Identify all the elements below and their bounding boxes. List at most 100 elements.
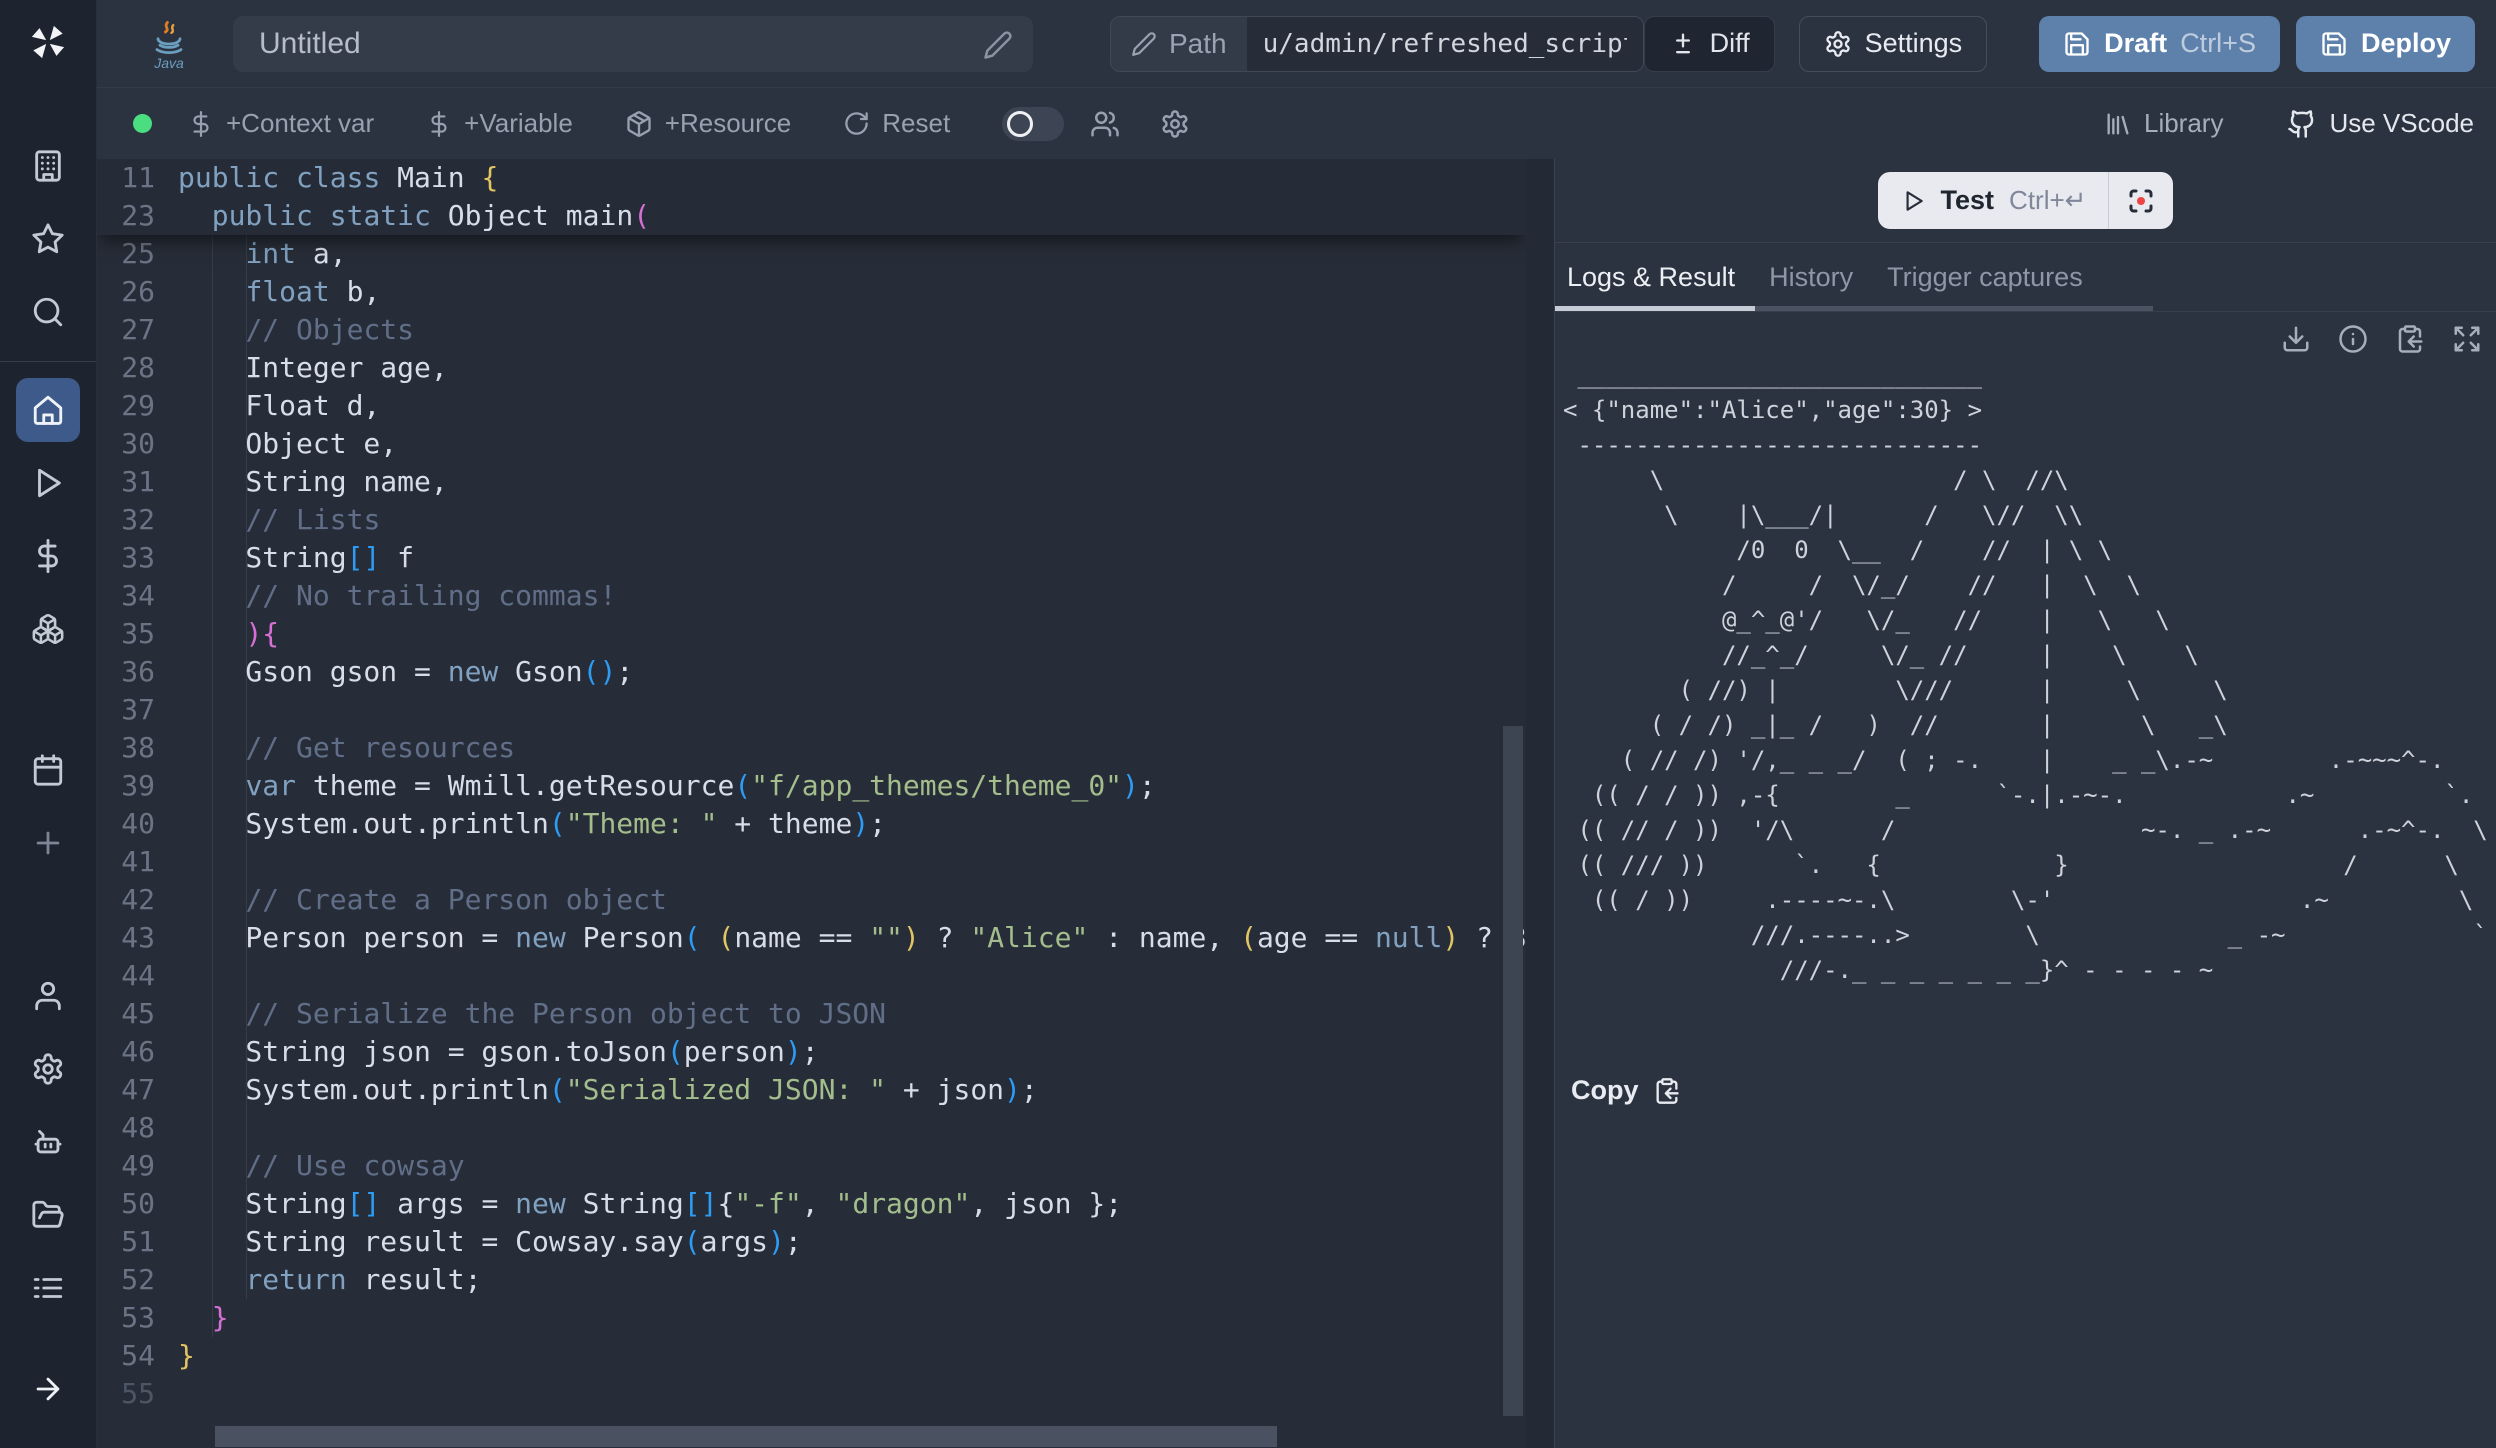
line-number: 36 bbox=[107, 653, 155, 691]
code-line: 11public class Main { bbox=[97, 159, 1526, 197]
diff-mode-toggle[interactable] bbox=[1002, 107, 1064, 141]
search-icon bbox=[31, 295, 65, 329]
status-dot bbox=[133, 114, 152, 133]
sidebar-item-schedules[interactable] bbox=[16, 738, 80, 802]
code-line: 52 return result; bbox=[97, 1261, 1526, 1299]
code-line: 26 float b, bbox=[97, 273, 1526, 311]
code-line: 39 var theme = Wmill.getResource("f/app_… bbox=[97, 767, 1526, 805]
path-edit-button[interactable]: Path bbox=[1111, 17, 1247, 71]
add-variable-button[interactable]: +Variable bbox=[426, 108, 573, 139]
tab-history[interactable]: History bbox=[1769, 262, 1853, 293]
editor-vertical-scrollbar[interactable] bbox=[1503, 726, 1523, 1416]
draft-shortcut: Ctrl+S bbox=[2180, 28, 2256, 59]
code-line: 23 public static Object main( bbox=[97, 197, 1526, 235]
download-result-button[interactable] bbox=[2281, 324, 2311, 354]
add-context-var-button[interactable]: +Context var bbox=[188, 108, 374, 139]
dollar-icon bbox=[31, 539, 65, 573]
line-number: 47 bbox=[107, 1071, 155, 1109]
sidebar-expand-button[interactable] bbox=[16, 1357, 80, 1421]
sidebar-item-create[interactable] bbox=[16, 811, 80, 875]
sidebar-item-settings[interactable] bbox=[16, 1037, 80, 1101]
tab-logs-result[interactable]: Logs & Result bbox=[1567, 262, 1735, 293]
diff-button[interactable]: Diff bbox=[1644, 16, 1775, 72]
expand-result-button[interactable] bbox=[2452, 324, 2482, 354]
svg-text:Java: Java bbox=[153, 55, 184, 71]
test-button[interactable]: Test Ctrl+↵ bbox=[1878, 172, 2109, 229]
copy-output-button[interactable]: Copy bbox=[1563, 1075, 2488, 1106]
run-panel: Test Ctrl+↵ Logs & Result History Trigge… bbox=[1554, 159, 2496, 1448]
test-row: Test Ctrl+↵ bbox=[1555, 159, 2496, 243]
code-line: 54} bbox=[97, 1337, 1526, 1375]
editor-settings-button[interactable] bbox=[1160, 109, 1190, 139]
sidebar-item-favorites[interactable] bbox=[16, 207, 80, 271]
editor-horizontal-scrollbar[interactable] bbox=[215, 1426, 1277, 1447]
capture-test-button[interactable] bbox=[2109, 172, 2173, 229]
sidebar-item-home[interactable] bbox=[16, 378, 80, 442]
code-line: 36 Gson gson = new Gson(); bbox=[97, 653, 1526, 691]
settings-button[interactable]: Settings bbox=[1799, 16, 1988, 72]
result-info-button[interactable] bbox=[2338, 324, 2368, 354]
result-tabs: Logs & Result History Trigger captures bbox=[1555, 243, 2496, 312]
code-line: 33 String[] f bbox=[97, 539, 1526, 577]
info-icon bbox=[2338, 324, 2368, 354]
code-line: 55 bbox=[97, 1375, 1526, 1413]
code-line: 31 String name, bbox=[97, 463, 1526, 501]
code-line: 25 int a, bbox=[97, 235, 1526, 273]
panel-splitter[interactable] bbox=[1526, 159, 1554, 1448]
line-number: 35 bbox=[107, 615, 155, 653]
home-icon bbox=[31, 393, 65, 427]
sidebar-item-account[interactable] bbox=[16, 964, 80, 1028]
add-resource-button[interactable]: +Resource bbox=[625, 108, 791, 139]
folder-open-icon bbox=[31, 1198, 65, 1232]
code-line: 42 // Create a Person object bbox=[97, 881, 1526, 919]
use-vscode-button[interactable]: Use VScode bbox=[2287, 108, 2474, 139]
expand-icon bbox=[2452, 324, 2482, 354]
line-number: 42 bbox=[107, 881, 155, 919]
line-number: 27 bbox=[107, 311, 155, 349]
sidebar-item-logs[interactable] bbox=[16, 1256, 80, 1320]
sidebar-item-variables[interactable] bbox=[16, 524, 80, 588]
code-line: 53 } bbox=[97, 1299, 1526, 1337]
library-button[interactable]: Library bbox=[2104, 108, 2223, 139]
path-input[interactable] bbox=[1247, 17, 1643, 71]
code-line: 45 // Serialize the Person object to JSO… bbox=[97, 995, 1526, 1033]
line-number: 54 bbox=[107, 1337, 155, 1375]
script-title bbox=[233, 16, 1033, 72]
edit-title-pencil-icon[interactable] bbox=[983, 30, 1013, 60]
windmill-logo[interactable] bbox=[26, 20, 70, 64]
code-line: 30 Object e, bbox=[97, 425, 1526, 463]
users-icon bbox=[1090, 109, 1120, 139]
reset-button[interactable]: Reset bbox=[843, 108, 950, 139]
editor-toolbar: +Context var +Variable +Resource Reset bbox=[97, 88, 2496, 159]
package-icon bbox=[625, 110, 653, 138]
tab-scrollbar[interactable] bbox=[1755, 306, 2153, 311]
line-number: 52 bbox=[107, 1261, 155, 1299]
multiplayer-users-button[interactable] bbox=[1090, 109, 1120, 139]
code-editor[interactable]: 11public class Main {23 public static Ob… bbox=[97, 159, 1526, 1448]
tab-trigger-captures[interactable]: Trigger captures bbox=[1887, 262, 2083, 293]
line-number: 55 bbox=[107, 1375, 155, 1413]
star-icon bbox=[31, 222, 65, 256]
sidebar-item-workers[interactable] bbox=[16, 1110, 80, 1174]
deploy-button[interactable]: Deploy bbox=[2296, 16, 2475, 72]
clipboard-copy-icon bbox=[1653, 1077, 1681, 1105]
draft-button[interactable]: Draft Ctrl+S bbox=[2039, 16, 2280, 72]
line-number: 48 bbox=[107, 1109, 155, 1147]
copy-result-button[interactable] bbox=[2395, 324, 2425, 354]
sidebar-item-folders[interactable] bbox=[16, 1183, 80, 1247]
sidebar-item-workspace[interactable] bbox=[16, 134, 80, 198]
sidebar bbox=[0, 0, 97, 1448]
boxes-icon bbox=[31, 612, 65, 646]
script-title-input[interactable] bbox=[233, 16, 1033, 72]
sidebar-divider bbox=[0, 361, 96, 362]
code-line: 50 String[] args = new String[]{"-f", "d… bbox=[97, 1185, 1526, 1223]
line-number: 45 bbox=[107, 995, 155, 1033]
sidebar-item-resources[interactable] bbox=[16, 597, 80, 661]
bot-icon bbox=[31, 1125, 65, 1159]
sidebar-item-search[interactable] bbox=[16, 280, 80, 344]
clipboard-copy-icon bbox=[2395, 324, 2425, 354]
building-icon bbox=[31, 149, 65, 183]
library-icon bbox=[2104, 110, 2132, 138]
result-output: ____________________________ < {"name":"… bbox=[1563, 358, 2488, 1023]
sidebar-item-runs[interactable] bbox=[16, 451, 80, 515]
